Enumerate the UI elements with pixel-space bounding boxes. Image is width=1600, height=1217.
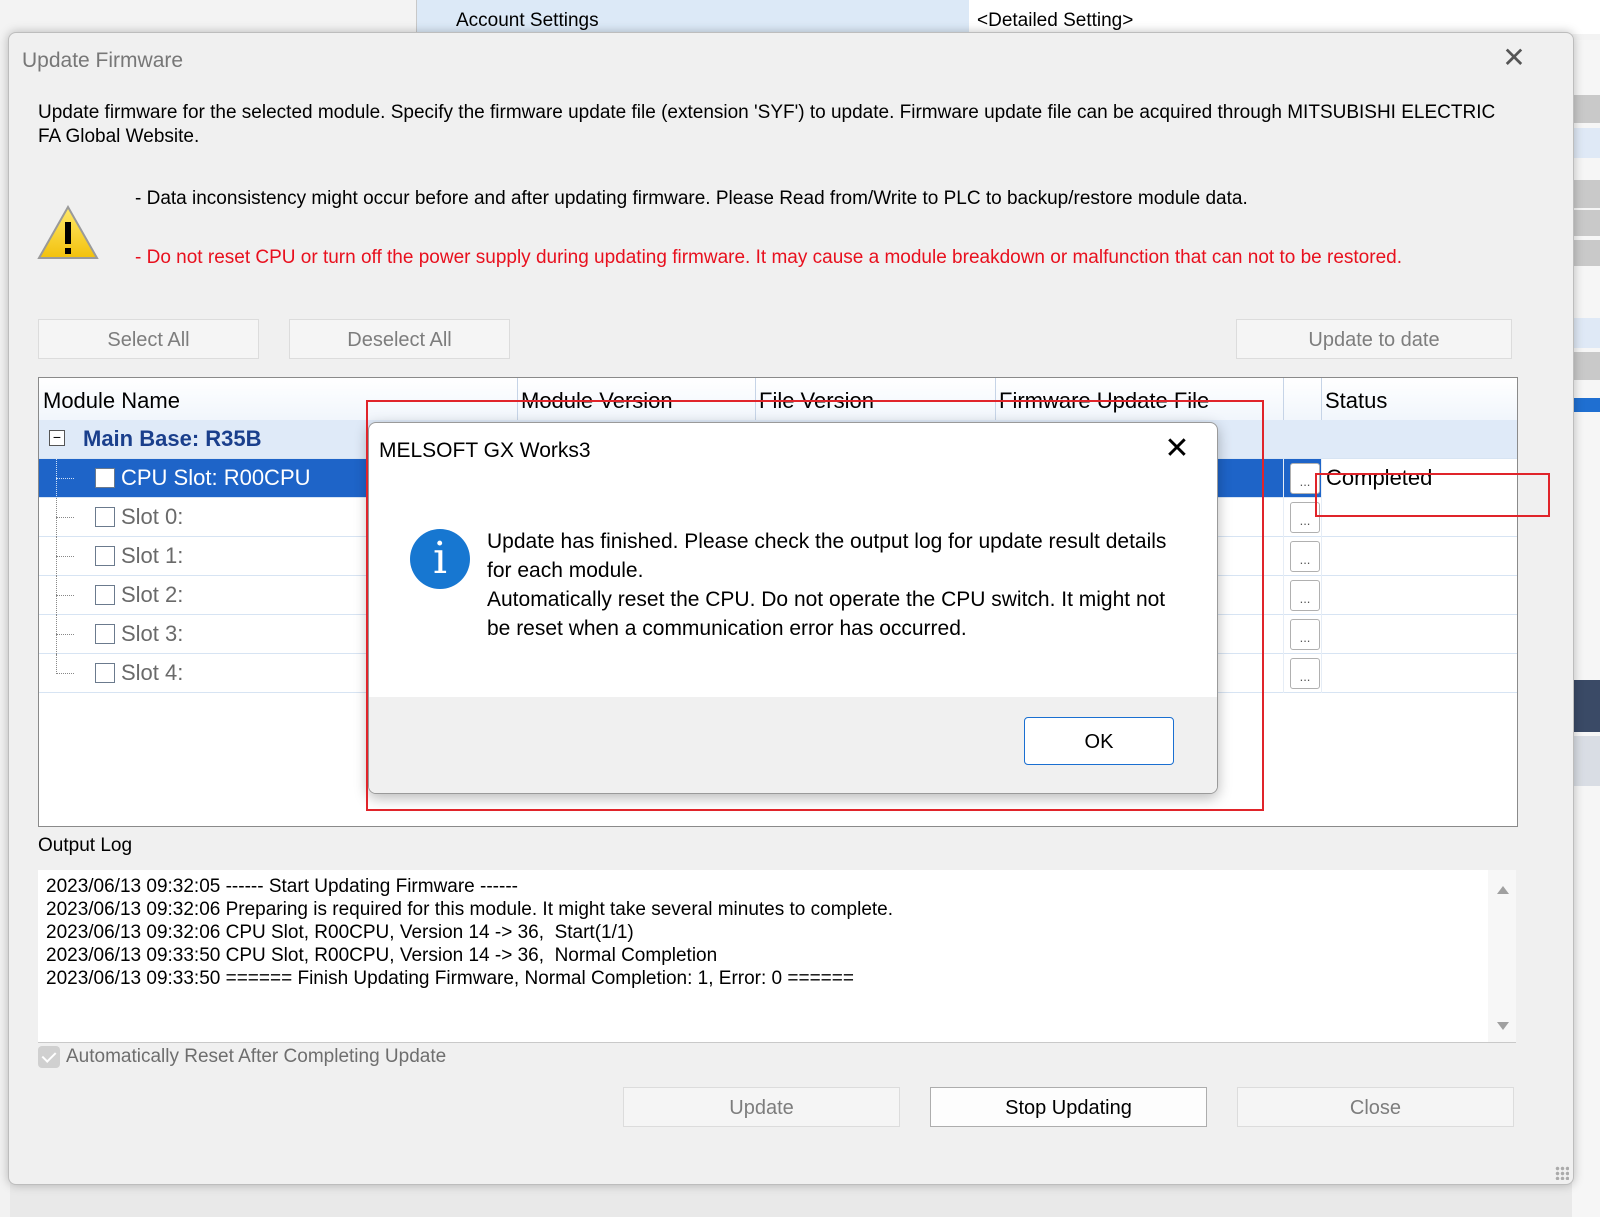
log-line: 2023/06/13 09:32:05 ------ Start Updatin… [46,876,518,897]
info-icon: i [410,529,470,589]
background-row-label: Account Settings [456,10,599,31]
log-line: 2023/06/13 09:33:50 ====== Finish Updati… [46,968,854,989]
message-line-1: Update has finished. Please check the ou… [487,530,1167,582]
auto-reset-label: Automatically Reset After Completing Upd… [66,1046,447,1067]
row-checkbox[interactable] [95,468,115,488]
log-line: 2023/06/13 09:33:50 CPU Slot, R00CPU, Ve… [46,945,718,966]
warning-icon [37,205,99,259]
background-settings-grid: Account Settings <Detailed Setting> [416,0,1600,34]
update-button[interactable]: Update [623,1087,900,1127]
module-name: Slot 2: [121,582,184,607]
output-log-label: Output Log [38,835,133,856]
message-box-footer: OK [369,697,1217,793]
row-checkbox[interactable] [95,663,115,683]
column-module-version[interactable]: Module Version [517,378,755,420]
dialog-title: Update Firmware [22,49,184,72]
log-line: 2023/06/13 09:32:06 CPU Slot, R00CPU, Ve… [46,922,634,943]
dialog-close-button[interactable]: ✕ [1499,43,1529,73]
log-line: 2023/06/13 09:32:06 Preparing is require… [46,899,894,920]
background-right-edge [1572,40,1600,1217]
select-all-button[interactable]: Select All [38,319,259,359]
output-log[interactable]: 2023/06/13 09:32:05 ------ Start Updatin… [38,870,1516,1043]
warning-data-inconsistency: - Data inconsistency might occur before … [135,188,1248,209]
message-box-title: MELSOFT GX Works3 [379,439,591,462]
table-header: Module Name Module Version File Version … [39,378,1517,421]
background-row-value: <Detailed Setting> [977,10,1134,31]
row-checkbox[interactable] [95,585,115,605]
warning-caution: - Do not reset CPU or turn off the power… [135,247,1402,268]
browse-file-button[interactable]: ... [1290,541,1320,572]
deselect-all-button[interactable]: Deselect All [289,319,510,359]
message-text: Update has finished. Please check the ou… [487,527,1177,643]
row-checkbox[interactable] [95,624,115,644]
message-line-2: Automatically reset the CPU. Do not oper… [487,588,1166,640]
scroll-down-icon[interactable] [1497,1022,1509,1030]
scroll-up-icon[interactable] [1497,886,1509,894]
status-text: Completed [1326,465,1433,490]
column-module-name[interactable]: Module Name [39,378,517,420]
dialog-description: Update firmware for the selected module.… [38,102,1496,147]
column-status[interactable]: Status [1321,378,1517,420]
module-name: Slot 1: [121,543,184,568]
collapse-icon[interactable]: − [49,430,65,446]
resize-grip-icon[interactable] [1555,1166,1569,1180]
browse-file-button[interactable]: ... [1290,502,1320,533]
browse-file-button[interactable]: ... [1290,658,1320,689]
browse-file-button[interactable]: ... [1290,463,1320,494]
module-name: CPU Slot: R00CPU [121,465,311,490]
auto-reset-checkbox[interactable] [38,1046,60,1068]
column-file-version[interactable]: File Version [755,378,995,420]
close-button[interactable]: Close [1237,1087,1514,1127]
browse-file-button[interactable]: ... [1290,580,1320,611]
module-name: Slot 3: [121,621,184,646]
ok-button[interactable]: OK [1024,717,1174,765]
log-scrollbar[interactable] [1488,870,1516,1042]
update-to-date-button[interactable]: Update to date [1236,319,1512,359]
module-name: Slot 4: [121,660,184,685]
browse-file-button[interactable]: ... [1290,619,1320,650]
message-box: MELSOFT GX Works3 ✕ i Update has finishe… [368,422,1218,794]
module-name: Slot 0: [121,504,184,529]
message-box-close-button[interactable]: ✕ [1157,431,1197,467]
stop-updating-button[interactable]: Stop Updating [930,1087,1207,1127]
column-firmware-update-file[interactable]: Firmware Update File [995,378,1283,420]
row-checkbox[interactable] [95,546,115,566]
row-checkbox[interactable] [95,507,115,527]
base-label: Main Base: R35B [83,426,262,451]
